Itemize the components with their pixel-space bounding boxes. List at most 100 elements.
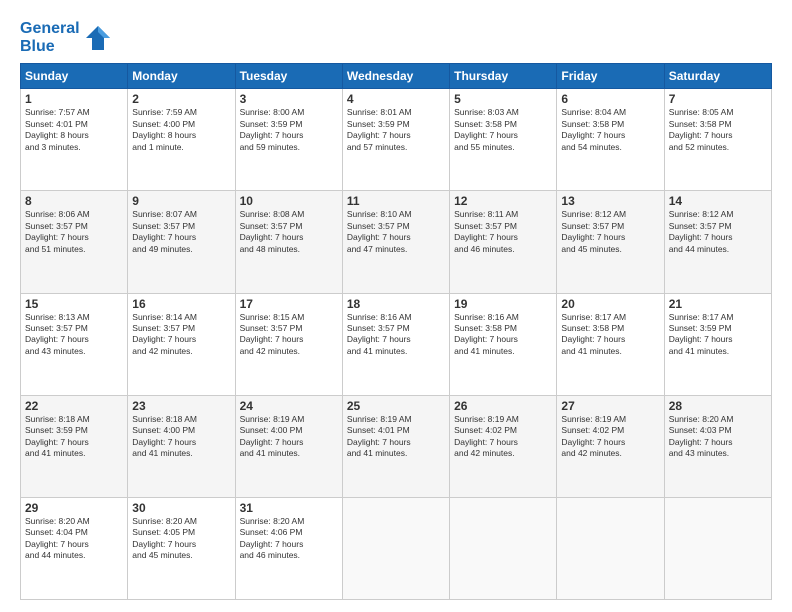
day-number: 1 (25, 92, 123, 106)
day-info: Sunrise: 8:19 AM Sunset: 4:02 PM Dayligh… (561, 414, 659, 460)
calendar-cell: 23Sunrise: 8:18 AM Sunset: 4:00 PM Dayli… (128, 395, 235, 497)
day-info: Sunrise: 8:20 AM Sunset: 4:06 PM Dayligh… (240, 516, 338, 562)
day-number: 20 (561, 297, 659, 311)
day-number: 13 (561, 194, 659, 208)
day-number: 24 (240, 399, 338, 413)
day-number: 4 (347, 92, 445, 106)
calendar-cell: 18Sunrise: 8:16 AM Sunset: 3:57 PM Dayli… (342, 293, 449, 395)
day-info: Sunrise: 8:20 AM Sunset: 4:03 PM Dayligh… (669, 414, 767, 460)
calendar-cell: 15Sunrise: 8:13 AM Sunset: 3:57 PM Dayli… (21, 293, 128, 395)
calendar-week-3: 15Sunrise: 8:13 AM Sunset: 3:57 PM Dayli… (21, 293, 772, 395)
day-info: Sunrise: 8:20 AM Sunset: 4:04 PM Dayligh… (25, 516, 123, 562)
logo-icon (84, 24, 112, 52)
day-number: 15 (25, 297, 123, 311)
day-info: Sunrise: 8:05 AM Sunset: 3:58 PM Dayligh… (669, 107, 767, 153)
day-number: 11 (347, 194, 445, 208)
day-info: Sunrise: 8:16 AM Sunset: 3:57 PM Dayligh… (347, 312, 445, 358)
calendar-cell: 22Sunrise: 8:18 AM Sunset: 3:59 PM Dayli… (21, 395, 128, 497)
day-number: 21 (669, 297, 767, 311)
weekday-header-friday: Friday (557, 64, 664, 89)
calendar-cell: 2Sunrise: 7:59 AM Sunset: 4:00 PM Daylig… (128, 89, 235, 191)
day-info: Sunrise: 8:08 AM Sunset: 3:57 PM Dayligh… (240, 209, 338, 255)
calendar-cell: 6Sunrise: 8:04 AM Sunset: 3:58 PM Daylig… (557, 89, 664, 191)
day-info: Sunrise: 8:11 AM Sunset: 3:57 PM Dayligh… (454, 209, 552, 255)
weekday-header-sunday: Sunday (21, 64, 128, 89)
calendar-cell: 21Sunrise: 8:17 AM Sunset: 3:59 PM Dayli… (664, 293, 771, 395)
day-number: 9 (132, 194, 230, 208)
calendar-cell: 14Sunrise: 8:12 AM Sunset: 3:57 PM Dayli… (664, 191, 771, 293)
day-info: Sunrise: 8:17 AM Sunset: 3:58 PM Dayligh… (561, 312, 659, 358)
day-number: 7 (669, 92, 767, 106)
weekday-header-tuesday: Tuesday (235, 64, 342, 89)
calendar-cell: 25Sunrise: 8:19 AM Sunset: 4:01 PM Dayli… (342, 395, 449, 497)
day-info: Sunrise: 8:14 AM Sunset: 3:57 PM Dayligh… (132, 312, 230, 358)
calendar-cell (557, 497, 664, 599)
day-info: Sunrise: 8:20 AM Sunset: 4:05 PM Dayligh… (132, 516, 230, 562)
weekday-header-thursday: Thursday (450, 64, 557, 89)
day-number: 2 (132, 92, 230, 106)
day-number: 5 (454, 92, 552, 106)
day-info: Sunrise: 8:19 AM Sunset: 4:00 PM Dayligh… (240, 414, 338, 460)
calendar-cell (664, 497, 771, 599)
day-number: 29 (25, 501, 123, 515)
day-info: Sunrise: 8:00 AM Sunset: 3:59 PM Dayligh… (240, 107, 338, 153)
day-number: 26 (454, 399, 552, 413)
calendar-cell: 4Sunrise: 8:01 AM Sunset: 3:59 PM Daylig… (342, 89, 449, 191)
day-number: 17 (240, 297, 338, 311)
day-info: Sunrise: 8:18 AM Sunset: 3:59 PM Dayligh… (25, 414, 123, 460)
day-info: Sunrise: 8:16 AM Sunset: 3:58 PM Dayligh… (454, 312, 552, 358)
calendar-cell: 24Sunrise: 8:19 AM Sunset: 4:00 PM Dayli… (235, 395, 342, 497)
day-info: Sunrise: 8:03 AM Sunset: 3:58 PM Dayligh… (454, 107, 552, 153)
day-number: 18 (347, 297, 445, 311)
day-info: Sunrise: 8:17 AM Sunset: 3:59 PM Dayligh… (669, 312, 767, 358)
day-info: Sunrise: 8:15 AM Sunset: 3:57 PM Dayligh… (240, 312, 338, 358)
calendar-cell: 26Sunrise: 8:19 AM Sunset: 4:02 PM Dayli… (450, 395, 557, 497)
calendar-cell: 5Sunrise: 8:03 AM Sunset: 3:58 PM Daylig… (450, 89, 557, 191)
day-number: 23 (132, 399, 230, 413)
page: General Blue SundayMondayTuesdayWednesda… (0, 0, 792, 612)
day-info: Sunrise: 8:07 AM Sunset: 3:57 PM Dayligh… (132, 209, 230, 255)
day-number: 28 (669, 399, 767, 413)
calendar-cell: 10Sunrise: 8:08 AM Sunset: 3:57 PM Dayli… (235, 191, 342, 293)
day-number: 8 (25, 194, 123, 208)
calendar-cell: 8Sunrise: 8:06 AM Sunset: 3:57 PM Daylig… (21, 191, 128, 293)
day-number: 3 (240, 92, 338, 106)
calendar-cell: 31Sunrise: 8:20 AM Sunset: 4:06 PM Dayli… (235, 497, 342, 599)
logo: General Blue (20, 20, 112, 55)
calendar-cell: 28Sunrise: 8:20 AM Sunset: 4:03 PM Dayli… (664, 395, 771, 497)
calendar-cell: 20Sunrise: 8:17 AM Sunset: 3:58 PM Dayli… (557, 293, 664, 395)
calendar-cell: 7Sunrise: 8:05 AM Sunset: 3:58 PM Daylig… (664, 89, 771, 191)
day-info: Sunrise: 8:06 AM Sunset: 3:57 PM Dayligh… (25, 209, 123, 255)
calendar-cell: 30Sunrise: 8:20 AM Sunset: 4:05 PM Dayli… (128, 497, 235, 599)
calendar-week-1: 1Sunrise: 7:57 AM Sunset: 4:01 PM Daylig… (21, 89, 772, 191)
day-info: Sunrise: 8:13 AM Sunset: 3:57 PM Dayligh… (25, 312, 123, 358)
calendar-week-2: 8Sunrise: 8:06 AM Sunset: 3:57 PM Daylig… (21, 191, 772, 293)
calendar-week-5: 29Sunrise: 8:20 AM Sunset: 4:04 PM Dayli… (21, 497, 772, 599)
calendar-cell (450, 497, 557, 599)
calendar-cell: 11Sunrise: 8:10 AM Sunset: 3:57 PM Dayli… (342, 191, 449, 293)
day-number: 25 (347, 399, 445, 413)
day-number: 31 (240, 501, 338, 515)
calendar-cell: 16Sunrise: 8:14 AM Sunset: 3:57 PM Dayli… (128, 293, 235, 395)
calendar-cell: 29Sunrise: 8:20 AM Sunset: 4:04 PM Dayli… (21, 497, 128, 599)
day-info: Sunrise: 8:18 AM Sunset: 4:00 PM Dayligh… (132, 414, 230, 460)
day-number: 30 (132, 501, 230, 515)
day-number: 16 (132, 297, 230, 311)
day-number: 6 (561, 92, 659, 106)
calendar-cell (342, 497, 449, 599)
day-info: Sunrise: 8:12 AM Sunset: 3:57 PM Dayligh… (669, 209, 767, 255)
logo-text: General (20, 20, 80, 38)
calendar-cell: 27Sunrise: 8:19 AM Sunset: 4:02 PM Dayli… (557, 395, 664, 497)
calendar-cell: 13Sunrise: 8:12 AM Sunset: 3:57 PM Dayli… (557, 191, 664, 293)
day-number: 12 (454, 194, 552, 208)
calendar-week-4: 22Sunrise: 8:18 AM Sunset: 3:59 PM Dayli… (21, 395, 772, 497)
logo-blue: Blue (20, 38, 80, 56)
weekday-header-wednesday: Wednesday (342, 64, 449, 89)
day-info: Sunrise: 8:19 AM Sunset: 4:01 PM Dayligh… (347, 414, 445, 460)
logo-blue-text: Blue (20, 38, 55, 55)
day-number: 10 (240, 194, 338, 208)
logo-general: General (20, 20, 80, 37)
day-number: 22 (25, 399, 123, 413)
weekday-header-monday: Monday (128, 64, 235, 89)
day-info: Sunrise: 8:10 AM Sunset: 3:57 PM Dayligh… (347, 209, 445, 255)
